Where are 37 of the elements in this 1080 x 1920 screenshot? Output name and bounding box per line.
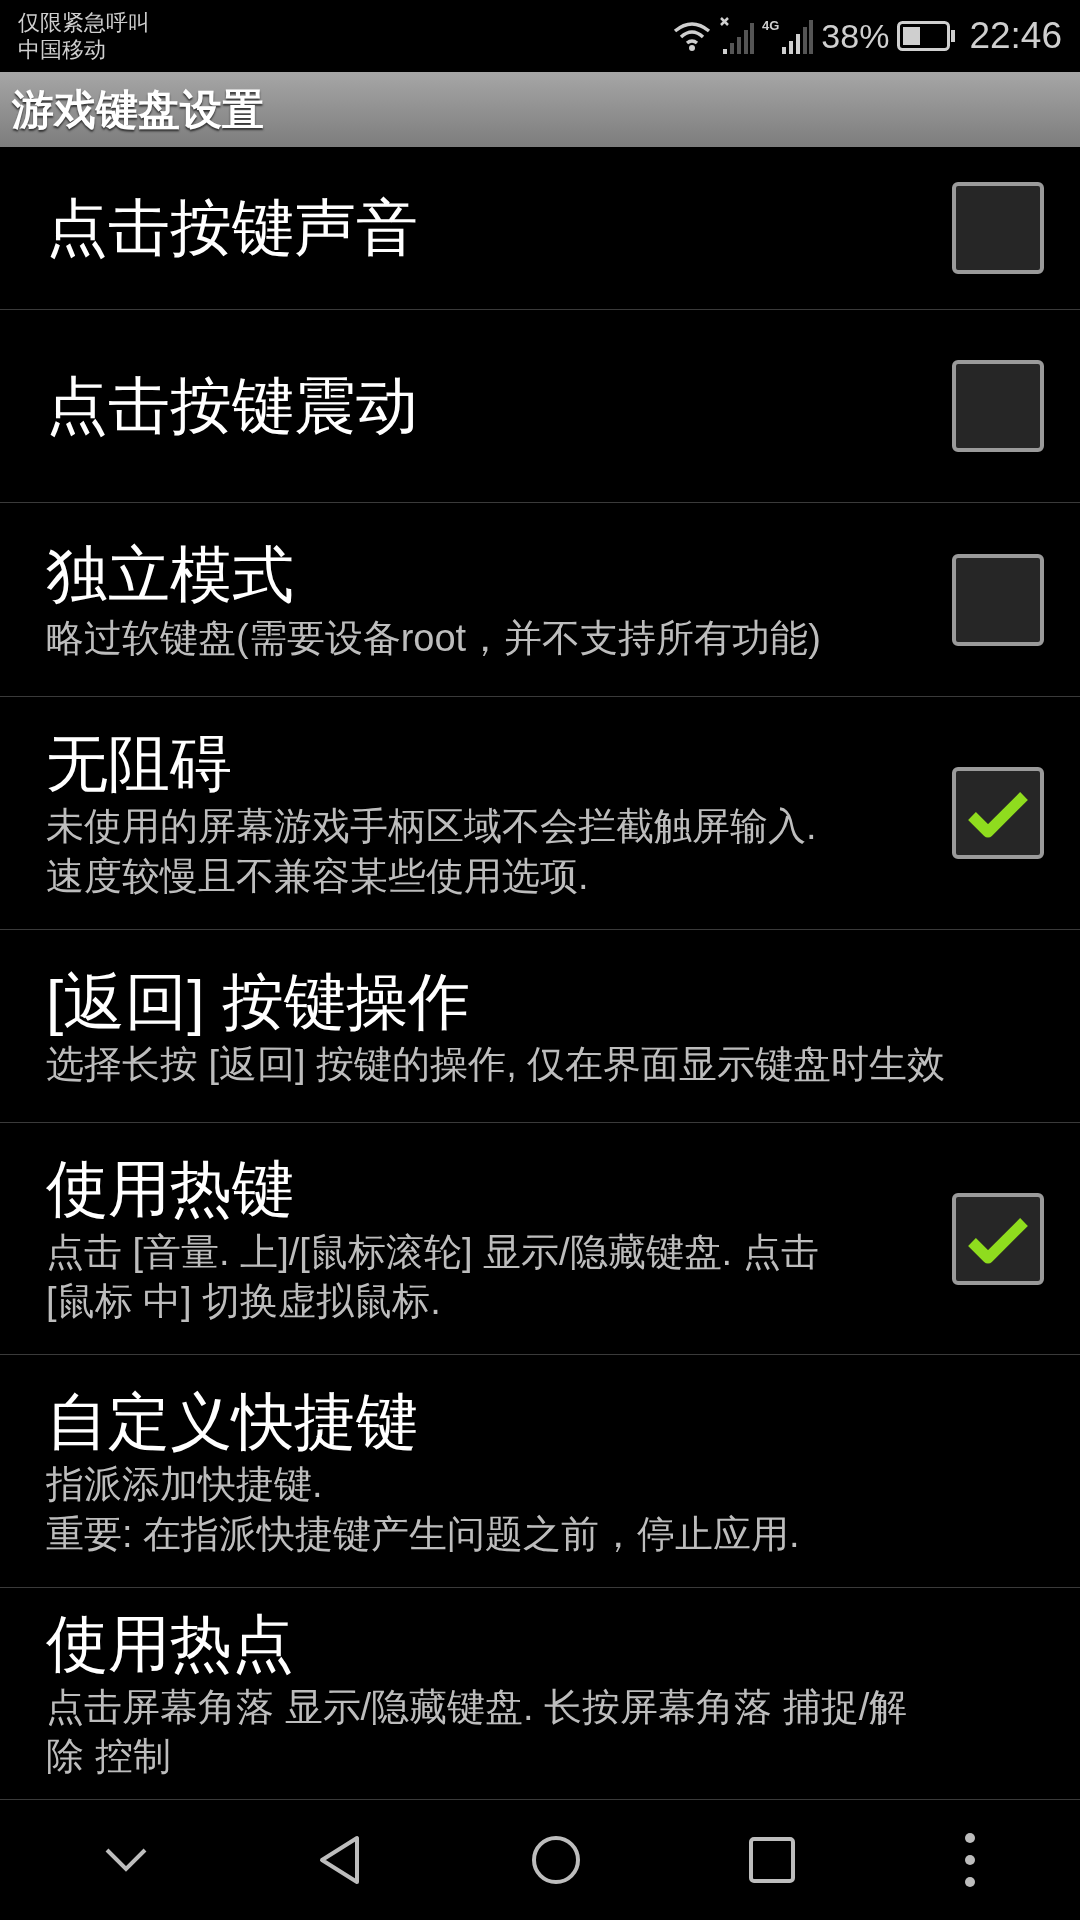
setting-title[interactable]: 使用热键 <box>46 1150 952 1228</box>
setting-summary: 未使用的屏幕游戏手柄区域不会拦截触屏输入. <box>46 804 818 850</box>
setting-summary: 指派添加快捷键. <box>46 1462 324 1508</box>
checkbox[interactable] <box>952 182 1044 274</box>
setting-title[interactable]: [返回] 按键操作 <box>46 962 1044 1041</box>
setting-summary: 选择长按 [返回] 按键的操作, 仅在界面显示键盘时生效 <box>46 1042 947 1088</box>
chevron-down-icon[interactable] <box>104 1847 149 1873</box>
carrier-name: 中国移动 <box>18 36 107 64</box>
checkbox[interactable] <box>952 360 1044 452</box>
screen-title: 游戏键盘设置 <box>12 85 264 135</box>
setting-summary: 点击屏幕角落 显示/隐藏键盘. 长按屏幕角落 捕捉/解 <box>46 1684 909 1730</box>
clock: 22:46 <box>969 14 1062 59</box>
status-notice: 仅限紧急呼叫 <box>18 8 150 36</box>
wifi-icon <box>672 20 712 52</box>
setting-title[interactable]: 独立模式 <box>46 536 952 614</box>
setting-summary: 除 控制 <box>46 1734 172 1780</box>
network-type-label: 4G <box>762 19 780 32</box>
setting-summary: [鼠标 中] 切换虚拟鼠标. <box>46 1279 442 1325</box>
setting-title[interactable]: 点击按键震动 <box>46 367 952 445</box>
more-icon[interactable] <box>963 1832 976 1888</box>
battery-icon <box>897 21 956 51</box>
checkbox[interactable] <box>952 767 1044 859</box>
setting-summary: 略过软键盘(需要设备root，并不支持所有功能) <box>46 615 822 661</box>
checkbox[interactable] <box>952 1192 1044 1285</box>
signal-off-icon <box>720 17 754 55</box>
signal-icon <box>779 17 814 55</box>
setting-summary: 点击 [音量. 上]/[鼠标滚轮] 显示/隐藏键盘. 点击 <box>46 1229 820 1275</box>
checkbox[interactable] <box>952 553 1044 646</box>
home-icon[interactable] <box>530 1835 581 1885</box>
setting-summary: 速度较慢且不兼容某些使用选项. <box>46 853 590 899</box>
setting-title[interactable]: 自定义快捷键 <box>46 1382 1044 1461</box>
setting-title[interactable]: 使用热点 <box>46 1605 1044 1683</box>
recents-icon[interactable] <box>749 1837 796 1883</box>
battery-percentage: 38% <box>821 15 890 57</box>
setting-title[interactable]: 点击按键声音 <box>46 189 952 267</box>
setting-title[interactable]: 无阻碍 <box>46 724 952 803</box>
setting-summary: 重要: 在指派快捷键产生问题之前，停止应用. <box>46 1511 801 1557</box>
